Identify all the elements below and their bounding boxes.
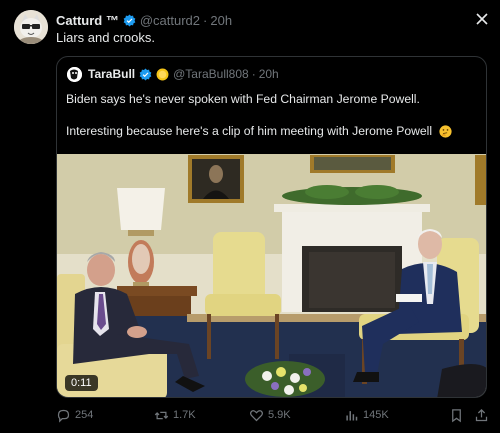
separator-dot: · bbox=[203, 12, 208, 28]
verified-badge-icon bbox=[123, 14, 136, 26]
author-avatar[interactable] bbox=[14, 10, 48, 44]
repost-icon bbox=[154, 411, 169, 419]
reply-button[interactable]: 254 bbox=[56, 406, 93, 424]
thinking-face-emoji bbox=[438, 125, 452, 138]
verified-badge-icon bbox=[139, 68, 152, 80]
quote-text-line-2-text: Interesting because here's a clip of him… bbox=[66, 124, 433, 138]
bookmark-button[interactable] bbox=[449, 406, 468, 424]
reply-count: 254 bbox=[75, 409, 94, 421]
quote-author-handle[interactable]: @TaraBull808 bbox=[173, 67, 249, 81]
video-timestamp: 0:11 bbox=[65, 375, 98, 391]
tweet-header: Catturd ™ @catturd2 · 20h bbox=[56, 10, 490, 30]
author-name[interactable]: Catturd ™ bbox=[56, 13, 119, 28]
repost-button[interactable]: 1.7K bbox=[154, 406, 196, 424]
quote-header: TaraBull @TaraBull808 · 20h bbox=[67, 66, 279, 82]
video-frame-image bbox=[57, 154, 486, 397]
gold-badge-icon bbox=[156, 68, 169, 80]
separator-dot: · bbox=[251, 67, 256, 81]
views-count: 145K bbox=[363, 409, 389, 421]
like-count: 5.9K bbox=[268, 409, 291, 421]
share-button[interactable] bbox=[474, 406, 493, 424]
video-player[interactable]: 0:11 bbox=[57, 154, 486, 397]
quoted-tweet[interactable]: TaraBull @TaraBull808 · 20h Biden says h… bbox=[56, 56, 487, 398]
author-handle[interactable]: @catturd2 bbox=[140, 13, 200, 28]
cat-avatar-icon bbox=[14, 10, 48, 44]
quote-time[interactable]: 20h bbox=[259, 67, 279, 81]
tweet-time[interactable]: 20h bbox=[210, 13, 232, 28]
close-icon[interactable] bbox=[474, 11, 490, 27]
quote-text-line-1: Biden says he's never spoken with Fed Ch… bbox=[66, 92, 420, 106]
share-icon bbox=[475, 408, 488, 421]
tweet-text: Liars and crooks. bbox=[56, 30, 155, 45]
tarabull-logo-icon bbox=[67, 66, 82, 82]
heart-icon bbox=[250, 409, 263, 421]
views-icon bbox=[346, 410, 358, 420]
repost-count: 1.7K bbox=[173, 409, 196, 421]
quote-author-name[interactable]: TaraBull bbox=[88, 67, 135, 81]
quote-avatar[interactable] bbox=[67, 66, 82, 82]
like-button[interactable]: 5.9K bbox=[249, 406, 291, 424]
quote-text-line-2: Interesting because here's a clip of him… bbox=[66, 124, 452, 138]
reply-icon bbox=[57, 409, 70, 423]
views-button[interactable]: 145K bbox=[344, 406, 389, 424]
bookmark-icon bbox=[452, 408, 461, 422]
tweet-actions: 254 1.7K 5.9K 145K bbox=[56, 406, 488, 424]
